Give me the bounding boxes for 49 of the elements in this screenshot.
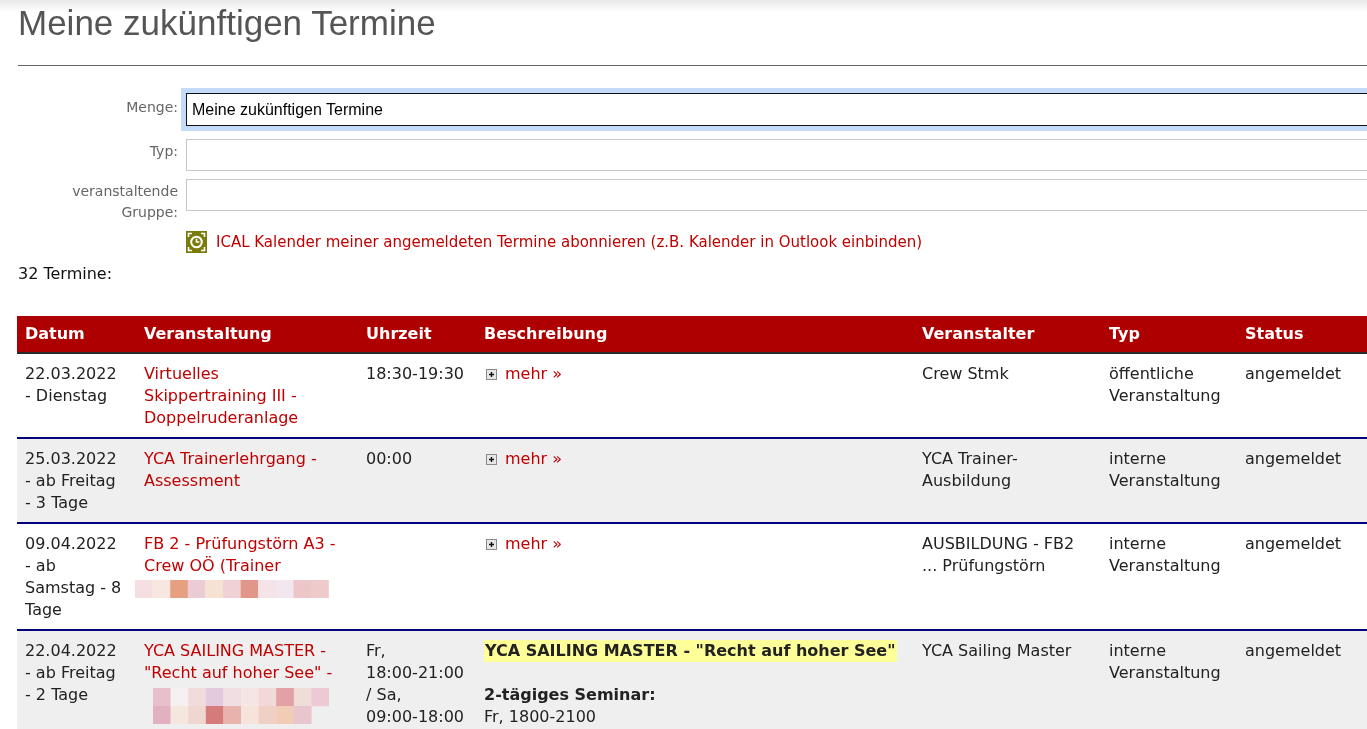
column-header[interactable]: Beschreibung — [484, 323, 608, 345]
event-link[interactable]: YCA SAILING MASTER - "Recht auf hoher See" - — [144, 640, 343, 684]
event-type: öffentliche Veranstaltung — [1109, 363, 1222, 407]
expand-icon[interactable] — [486, 538, 497, 550]
event-count: 32 Termine: — [18, 263, 113, 285]
description-text: Fr, 1800-2100 — [484, 706, 596, 728]
event-time: 18:30-19:30 — [366, 363, 464, 385]
event-time: 00:00 — [366, 448, 413, 470]
filter-field[interactable]: Meine zukünftigen Termine — [181, 88, 1367, 131]
event-type: interne Veranstaltung — [1109, 448, 1222, 492]
column-header[interactable]: Veranstaltung — [144, 323, 272, 345]
event-link[interactable]: YCA Trainerlehrgang - Assessment — [144, 448, 343, 492]
event-link[interactable]: Virtuelles Skippertraining III - Doppelruderanlage — [144, 363, 343, 429]
expand-icon[interactable] — [486, 453, 497, 465]
highlighted-title: YCA SAILING MASTER - "Recht auf hoher See" — [484, 640, 897, 662]
more-link[interactable]: mehr » — [505, 448, 563, 470]
clock-icon[interactable] — [186, 231, 207, 253]
event-link[interactable]: FB 2 - Prüfungstörn A3 - Crew OÖ (Trainer — [144, 533, 343, 577]
column-header[interactable]: Veranstalter — [922, 323, 1035, 345]
ical-subscribe-link[interactable]: ICAL Kalender meiner angemeldeten Termine abonnieren (z.B. Kalender in Outlook einbinden) — [216, 231, 923, 253]
more-link[interactable]: mehr » — [505, 533, 563, 555]
column-header[interactable]: Typ — [1109, 323, 1140, 345]
more-link[interactable]: mehr » — [505, 363, 563, 385]
event-type: interne Veranstaltung — [1109, 533, 1222, 577]
field-label: Typ: — [149, 142, 178, 161]
column-header[interactable]: Datum — [25, 323, 85, 345]
expand-icon[interactable] — [486, 368, 497, 380]
column-header[interactable]: Status — [1245, 323, 1304, 345]
organizer-name: AUSBILDUNG - FB2 ... Prüfungstörn — [922, 533, 1076, 577]
page-title: Meine zukünftigen Termine — [18, 2, 436, 44]
organizer-name: YCA Trainer-Ausbildung — [922, 448, 1019, 492]
registration-status: angemeldet — [1245, 533, 1342, 555]
column-header[interactable]: Uhrzeit — [366, 323, 432, 345]
registration-status: angemeldet — [1245, 640, 1342, 662]
event-type: interne Veranstaltung — [1109, 640, 1222, 684]
seminar-heading: 2-tägiges Seminar: — [484, 684, 656, 706]
filter-field[interactable] — [186, 179, 1367, 211]
event-date: 22.04.2022 - ab Freitag - 2 Tage — [25, 640, 118, 706]
event-date: 25.03.2022 - ab Freitag - 3 Tage — [25, 448, 118, 514]
organizer-name: YCA Sailing Master — [922, 640, 1072, 662]
field-label: veranstaltende Gruppe: — [71, 182, 178, 222]
event-time: Fr, 18:00-21:00 / Sa, 09:00-18:00 — [366, 640, 465, 728]
registration-status: angemeldet — [1245, 448, 1342, 470]
filter-field[interactable] — [186, 139, 1367, 171]
registration-status: angemeldet — [1245, 363, 1342, 385]
event-date: 09.04.2022 - ab Samstag - 8 Tage — [25, 533, 123, 621]
organizer-name: Crew Stmk — [922, 363, 1009, 385]
field-label: Menge: — [126, 98, 178, 117]
event-date: 22.03.2022 - Dienstag — [25, 363, 118, 407]
